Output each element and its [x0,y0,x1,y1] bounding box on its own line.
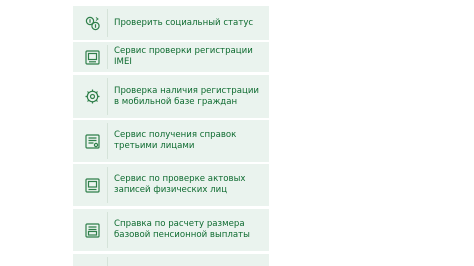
document-icon [84,177,101,194]
service-item-imei[interactable]: Сервис проверки регистрации IMEI [73,42,269,72]
service-item-civil-records[interactable]: Сервис по проверке актовых записей физич… [73,164,269,206]
service-label: Сервис проверки регистрации IMEI [114,46,253,67]
service-label: Проверить социальный статус [114,17,254,28]
divider [107,78,108,115]
divider [107,257,108,266]
pension-certificate-icon [84,222,101,239]
service-label: Справка по расчету размера базовой пенси… [114,219,250,240]
service-label: Сервис по проверке актовых записей физич… [114,174,246,195]
divider [107,9,108,37]
service-item-social-status[interactable]: Проверить социальный статус [73,6,269,40]
service-item-third-party-certificates[interactable]: Сервис получения справок третьими лицами [73,120,269,162]
service-label: Проверка наличия регистрации в мобильной… [114,85,260,107]
certificate-icon [84,133,101,150]
divider [107,167,108,203]
divider [107,45,108,69]
gear-icon [84,88,101,105]
service-label: Сервис получения справок третьими лицами [114,130,237,151]
service-item-mobile-registration[interactable]: Проверка наличия регистрации в мобильной… [73,75,269,118]
service-item-partial[interactable] [73,254,269,266]
phone-check-icon [84,49,101,66]
services-list: Проверить социальный статус Сервис прове… [73,0,269,266]
divider [107,212,108,248]
coins-icon [84,15,101,32]
service-item-pension-calculation[interactable]: Справка по расчету размера базовой пенси… [73,209,269,251]
divider [107,123,108,159]
